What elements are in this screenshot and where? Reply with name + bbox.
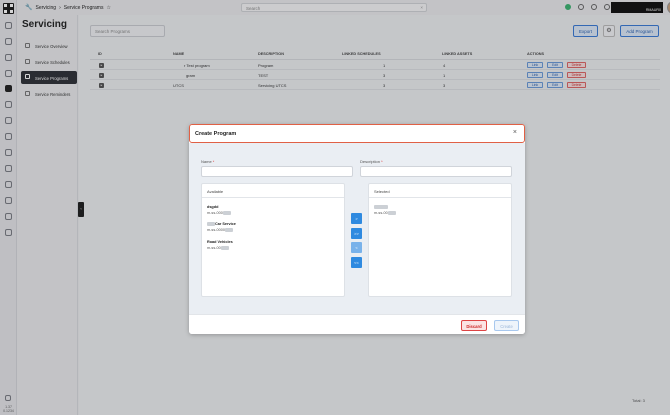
description-label-text: Description bbox=[360, 159, 381, 164]
move-all-right-button[interactable]: >> bbox=[351, 228, 362, 239]
create-program-dialog: Create Program × Name * Description * Av… bbox=[189, 124, 525, 334]
move-left-button[interactable]: < bbox=[351, 242, 362, 253]
redacted-mark bbox=[220, 245, 229, 250]
selected-list: Selected m-ss-00 bbox=[368, 183, 512, 297]
redacted-mark bbox=[387, 210, 396, 215]
dialog-header: Create Program × bbox=[189, 124, 525, 143]
item-code: m-ss-0000 bbox=[207, 227, 225, 232]
dialog-footer: Discard Create bbox=[189, 314, 525, 334]
item-code: m-ss-00 bbox=[374, 210, 388, 215]
redacted-mark bbox=[224, 227, 233, 232]
move-right-button[interactable]: > bbox=[351, 213, 362, 224]
name-label: Name * bbox=[201, 159, 214, 164]
redacted-mark bbox=[374, 205, 388, 209]
discard-button[interactable]: Discard bbox=[461, 320, 487, 331]
available-header: Available bbox=[202, 184, 344, 198]
description-input[interactable] bbox=[360, 166, 512, 177]
name-input[interactable] bbox=[201, 166, 353, 177]
available-list: Available dsgdd m-ss-000 Car Service m-s… bbox=[201, 183, 345, 297]
list-item[interactable]: Road Vehicles m-ss-00 bbox=[207, 240, 233, 251]
dialog-title: Create Program bbox=[195, 131, 237, 137]
required-mark: * bbox=[212, 159, 215, 164]
close-icon[interactable]: × bbox=[513, 129, 517, 136]
required-mark: * bbox=[381, 159, 383, 164]
redacted-mark bbox=[222, 210, 231, 215]
move-all-left-button[interactable]: << bbox=[351, 257, 362, 268]
list-item[interactable]: dsgdd m-ss-000 bbox=[207, 205, 231, 216]
name-label-text: Name bbox=[201, 159, 212, 164]
item-name: Car Service bbox=[215, 222, 236, 226]
list-item[interactable]: m-ss-00 bbox=[374, 205, 396, 216]
redacted-mark bbox=[207, 222, 215, 226]
item-code: m-ss-000 bbox=[207, 210, 223, 215]
list-item[interactable]: Car Service m-ss-0000 bbox=[207, 222, 236, 233]
selected-header: Selected bbox=[369, 184, 511, 198]
create-button[interactable]: Create bbox=[494, 320, 519, 331]
description-label: Description * bbox=[360, 159, 383, 164]
item-code: m-ss-00 bbox=[207, 245, 221, 250]
dialog-body: Name * Description * Available dsgdd m-s… bbox=[189, 143, 525, 314]
